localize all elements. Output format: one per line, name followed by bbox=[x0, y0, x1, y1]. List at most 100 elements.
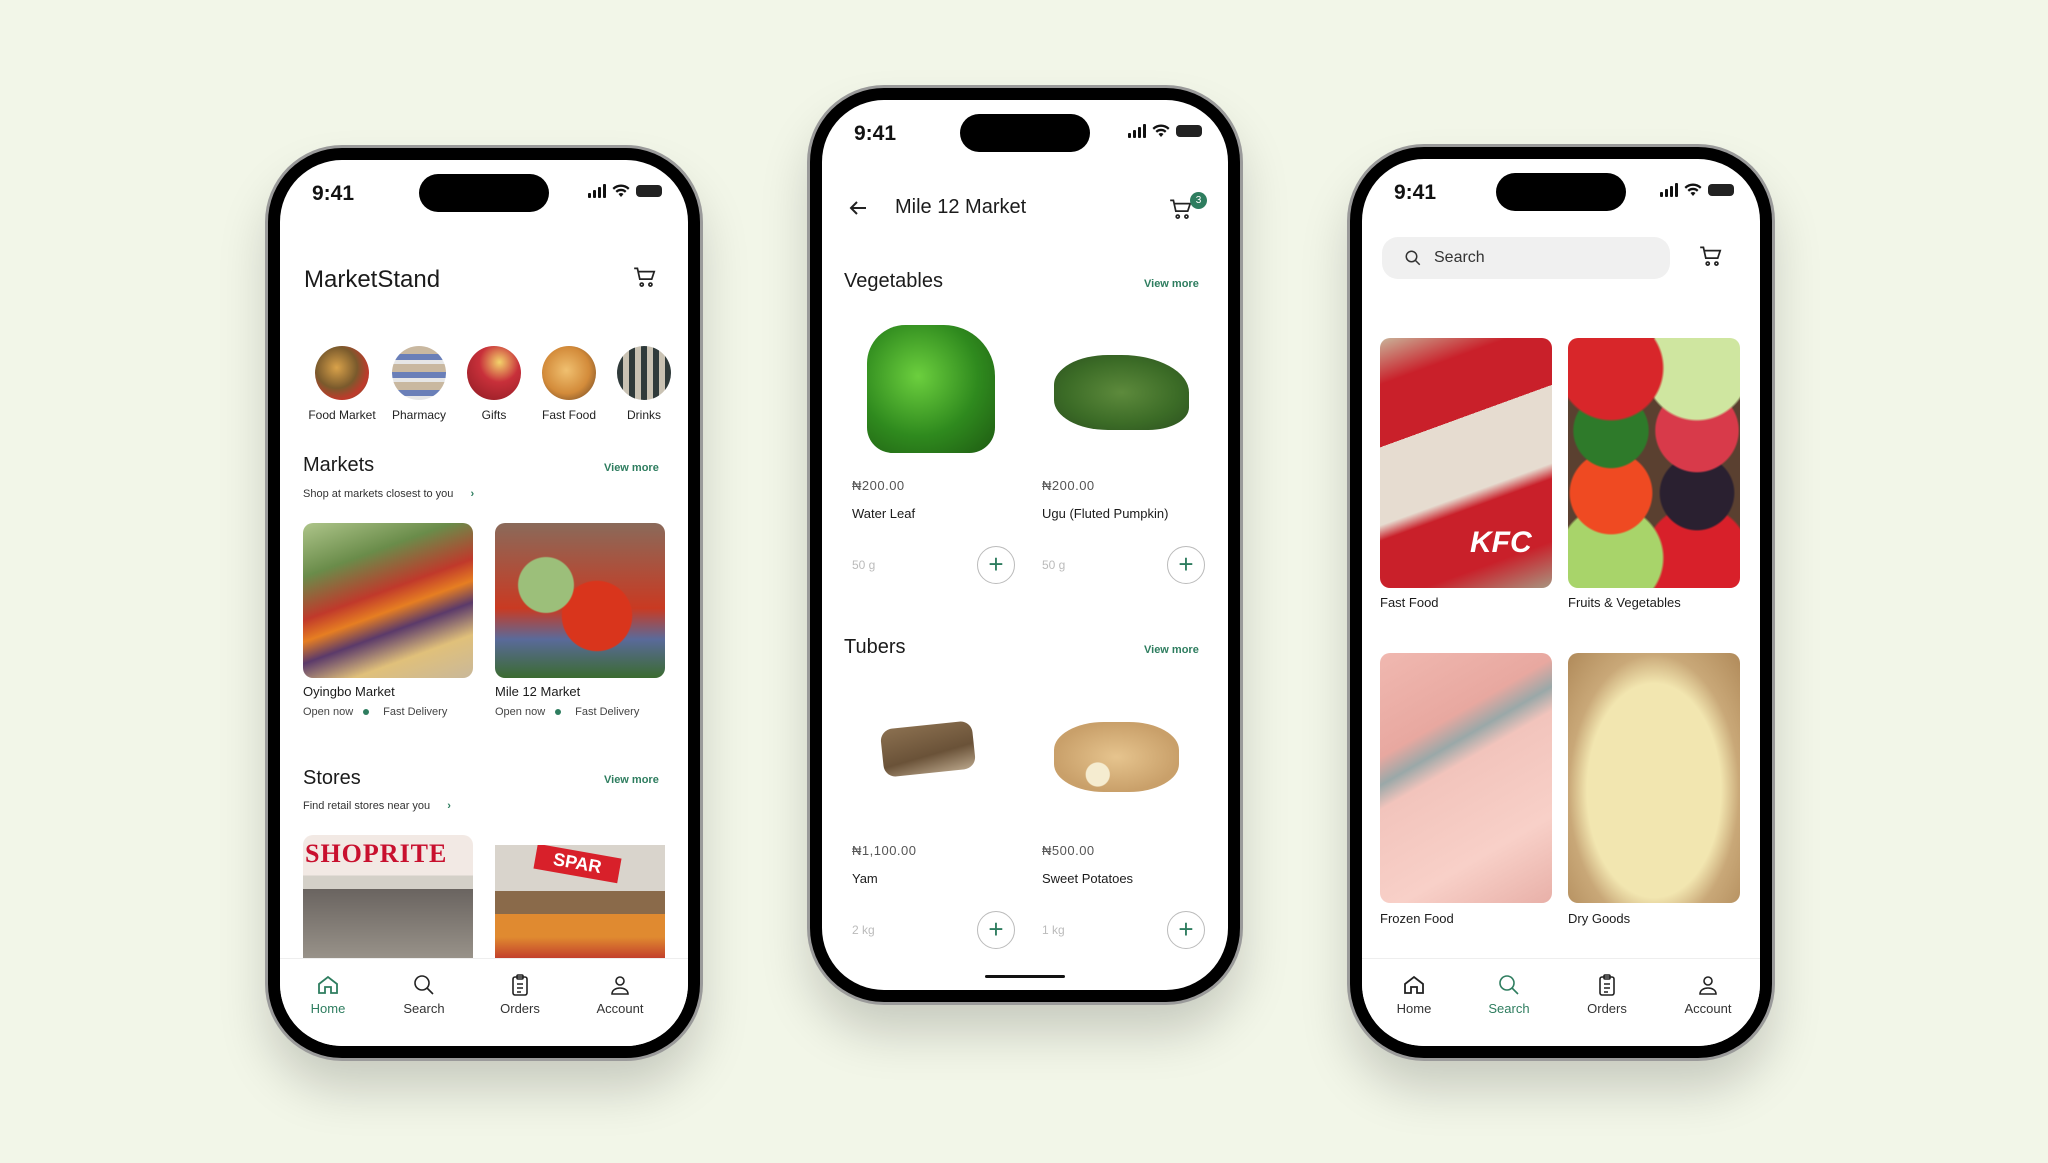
stores-view-more-link[interactable]: View more bbox=[604, 774, 659, 786]
bottom-nav: Home Search Orders Account bbox=[280, 958, 688, 1046]
battery-icon bbox=[636, 185, 662, 197]
market-delivery: Fast Delivery bbox=[383, 706, 448, 718]
phone-search: 9:41 Search KFC Fast Food Fruits & Veget… bbox=[1350, 147, 1772, 1058]
sweet-potatoes-image[interactable] bbox=[1054, 722, 1179, 792]
status-time: 9:41 bbox=[854, 122, 897, 145]
nav-home[interactable]: Home bbox=[288, 973, 368, 1016]
category-frozen-food-image[interactable] bbox=[1380, 653, 1552, 903]
category-fruits-vegetables-label[interactable]: Fruits & Vegetables bbox=[1568, 595, 1681, 610]
market-oyingbo-name[interactable]: Oyingbo Market bbox=[303, 684, 395, 699]
category-dry-goods-label[interactable]: Dry Goods bbox=[1568, 911, 1630, 926]
category-food-market-label[interactable]: Food Market bbox=[302, 408, 382, 422]
category-gifts-label[interactable]: Gifts bbox=[454, 408, 534, 422]
product-weight: 1 kg bbox=[1042, 923, 1065, 937]
market-delivery: Fast Delivery bbox=[575, 706, 640, 718]
market-mile12-meta: Open now Fast Delivery bbox=[495, 706, 639, 718]
spar-sign: SPAR bbox=[533, 845, 622, 884]
wifi-icon bbox=[612, 184, 630, 197]
search-icon bbox=[414, 975, 434, 995]
category-pharmacy-image[interactable] bbox=[392, 346, 446, 400]
cart-button[interactable] bbox=[1698, 243, 1724, 274]
dynamic-island bbox=[960, 114, 1090, 152]
status-icons bbox=[1128, 124, 1202, 138]
search-placeholder: Search bbox=[1434, 249, 1485, 266]
clipboard-icon bbox=[512, 974, 528, 996]
signal-icon bbox=[1660, 183, 1678, 197]
product-price: ₦200.00 bbox=[1042, 478, 1095, 493]
market-screen: 9:41 Mile 12 Market 3 Vegetables View mo… bbox=[822, 100, 1228, 990]
bottom-nav: Home Search Orders Account bbox=[1362, 958, 1760, 1046]
markets-view-more-link[interactable]: View more bbox=[604, 462, 659, 474]
store-spar-image[interactable]: SPAR bbox=[495, 845, 665, 960]
chevron-right-icon: › bbox=[470, 488, 475, 500]
nav-search[interactable]: Search bbox=[384, 973, 464, 1016]
product-name[interactable]: Water Leaf bbox=[852, 506, 915, 521]
add-to-cart-button[interactable]: + bbox=[977, 546, 1015, 584]
search-input[interactable]: Search bbox=[1382, 237, 1670, 279]
category-drinks-label[interactable]: Drinks bbox=[604, 408, 684, 422]
category-drinks-image[interactable] bbox=[617, 346, 671, 400]
category-dry-goods-image[interactable] bbox=[1568, 653, 1740, 903]
vegetables-view-more-link[interactable]: View more bbox=[1144, 278, 1199, 290]
category-frozen-food-label[interactable]: Frozen Food bbox=[1380, 911, 1454, 926]
nav-orders[interactable]: Orders bbox=[1567, 973, 1647, 1016]
store-shoprite-image[interactable]: SHOPRITE bbox=[303, 835, 473, 970]
yam-image[interactable] bbox=[879, 720, 977, 778]
battery-icon bbox=[1176, 125, 1202, 137]
nav-home-label: Home bbox=[310, 1001, 346, 1016]
product-name[interactable]: Sweet Potatoes bbox=[1042, 871, 1133, 886]
product-price: ₦500.00 bbox=[1042, 843, 1095, 858]
ugu-image[interactable] bbox=[1054, 355, 1189, 430]
status-time: 9:41 bbox=[312, 182, 355, 205]
product-name[interactable]: Ugu (Fluted Pumpkin) bbox=[1042, 506, 1168, 521]
markets-subtitle[interactable]: Shop at markets closest to you › bbox=[303, 488, 474, 500]
kfc-sign: KFC bbox=[1470, 526, 1532, 559]
add-to-cart-button[interactable]: + bbox=[1167, 546, 1205, 584]
dynamic-island bbox=[419, 174, 549, 212]
market-oyingbo-image[interactable] bbox=[303, 523, 473, 678]
category-fast-food-image[interactable]: KFC bbox=[1380, 338, 1552, 588]
category-fast-food-image[interactable] bbox=[542, 346, 596, 400]
stores-subtitle-text: Find retail stores near you bbox=[303, 800, 431, 812]
back-button[interactable] bbox=[846, 196, 870, 225]
stores-title: Stores bbox=[303, 767, 361, 789]
market-mile12-image[interactable] bbox=[495, 523, 665, 678]
cart-button[interactable] bbox=[632, 264, 658, 295]
nav-orders[interactable]: Orders bbox=[480, 973, 560, 1016]
category-food-market-image[interactable] bbox=[315, 346, 369, 400]
category-fruits-vegetables-image[interactable] bbox=[1568, 338, 1740, 588]
phone-market: 9:41 Mile 12 Market 3 Vegetables View mo… bbox=[810, 88, 1240, 1002]
stores-subtitle[interactable]: Find retail stores near you › bbox=[303, 800, 451, 812]
signal-icon bbox=[1128, 124, 1146, 138]
shoprite-sign: SHOPRITE bbox=[305, 839, 448, 868]
market-status: Open now bbox=[303, 706, 354, 718]
nav-orders-label: Orders bbox=[1587, 1001, 1627, 1016]
category-gifts-image[interactable] bbox=[467, 346, 521, 400]
markets-title: Markets bbox=[303, 454, 375, 476]
product-name[interactable]: Yam bbox=[852, 871, 878, 886]
category-fast-food-label[interactable]: Fast Food bbox=[529, 408, 609, 422]
nav-account[interactable]: Account bbox=[1668, 973, 1748, 1016]
market-mile12-name[interactable]: Mile 12 Market bbox=[495, 684, 580, 699]
chevron-right-icon: › bbox=[447, 800, 451, 812]
user-icon bbox=[1699, 976, 1717, 995]
status-dot bbox=[363, 708, 370, 715]
nav-account[interactable]: Account bbox=[580, 973, 660, 1016]
product-price: ₦1,100.00 bbox=[852, 843, 917, 858]
nav-home[interactable]: Home bbox=[1374, 973, 1454, 1016]
category-pharmacy-label[interactable]: Pharmacy bbox=[379, 408, 459, 422]
product-price: ₦200.00 bbox=[852, 478, 905, 493]
status-icons bbox=[1660, 183, 1734, 197]
add-to-cart-button[interactable]: + bbox=[1167, 911, 1205, 949]
wifi-icon bbox=[1684, 183, 1702, 196]
tubers-view-more-link[interactable]: View more bbox=[1144, 644, 1199, 656]
add-to-cart-button[interactable]: + bbox=[977, 911, 1015, 949]
tubers-title: Tubers bbox=[844, 636, 906, 658]
market-oyingbo-meta: Open now Fast Delivery bbox=[303, 706, 447, 718]
dynamic-island bbox=[1496, 173, 1626, 211]
product-weight: 50 g bbox=[1042, 558, 1066, 572]
water-leaf-image[interactable] bbox=[867, 325, 995, 453]
nav-search[interactable]: Search bbox=[1469, 973, 1549, 1016]
cart-count-badge: 3 bbox=[1190, 192, 1207, 209]
category-fast-food-label[interactable]: Fast Food bbox=[1380, 595, 1439, 610]
